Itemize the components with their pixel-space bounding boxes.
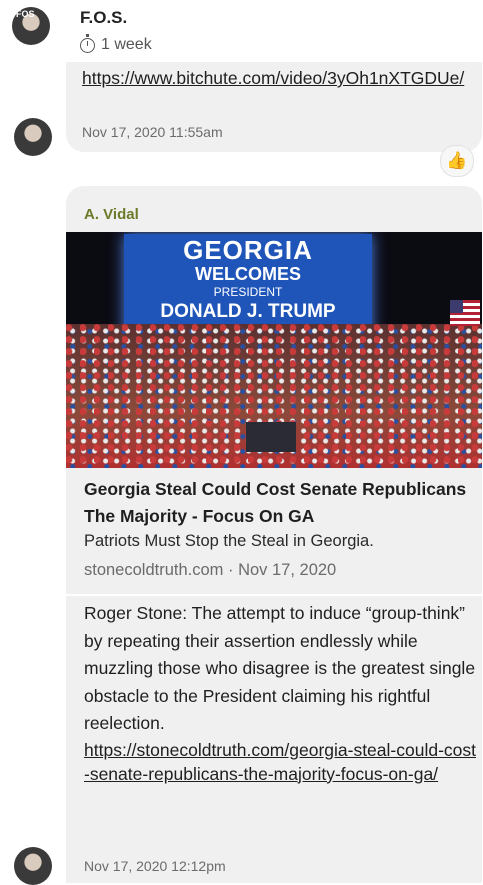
chat-time: 1 week	[80, 33, 152, 54]
message-text: Roger Stone: The attempt to induce “grou…	[84, 603, 476, 733]
chat-time-label: 1 week	[101, 36, 152, 53]
sender-avatar[interactable]	[14, 847, 52, 885]
podium	[246, 422, 296, 452]
flag-icon	[450, 300, 480, 326]
sender-avatar[interactable]	[14, 118, 52, 156]
message-timestamp: Nov 17, 2020 12:12pm	[84, 858, 226, 874]
message-timestamp: Nov 17, 2020 11:55am	[82, 124, 223, 140]
link-preview-description: Patriots Must Stop the Steal in Georgia.	[84, 532, 374, 550]
avatar-badge: FOS	[16, 9, 35, 19]
message-bubble[interactable]: https://www.bitchute.com/video/3yOh1nXTG…	[66, 62, 482, 152]
screen-line-3: PRESIDENT	[213, 285, 283, 299]
sender-name[interactable]: A. Vidal	[84, 206, 139, 223]
message-link[interactable]: https://www.bitchute.com/video/3yOh1nXTG…	[82, 66, 474, 90]
link-preview-source: stonecoldtruth.com · Nov 17, 2020	[84, 561, 337, 579]
message-link[interactable]: https://stonecoldtruth.com/georgia-steal…	[84, 738, 476, 786]
link-preview-image[interactable]: GEORGIA WELCOMES PRESIDENT DONALD J. TRU…	[66, 232, 482, 468]
screen-line-4: DONALD J. TRUMP	[160, 301, 336, 322]
chat-title[interactable]: F.O.S.	[80, 8, 127, 28]
timer-icon	[80, 33, 95, 53]
divider	[66, 594, 482, 596]
link-preview-title[interactable]: Georgia Steal Could Cost Senate Republic…	[84, 476, 474, 530]
screen-line-1: GEORGIA	[183, 235, 313, 265]
screen-line-2: WELCOMES	[195, 264, 301, 284]
group-avatar[interactable]: FOS	[12, 7, 50, 45]
message-bubble-link-preview[interactable]: A. Vidal GEORGIA WELCOMES PRESIDENT DONA…	[66, 186, 482, 883]
thumbs-up-reaction-icon[interactable]: 👍	[440, 145, 474, 177]
message-body: Roger Stone: The attempt to induce “grou…	[84, 600, 476, 786]
